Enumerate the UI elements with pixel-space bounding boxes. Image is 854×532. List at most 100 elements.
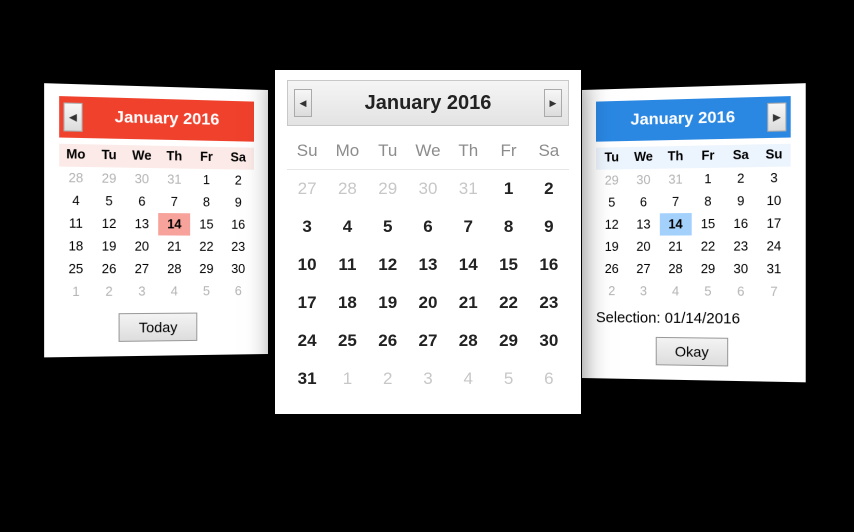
day-cell[interactable]: 1 (327, 360, 367, 398)
day-cell[interactable]: 31 (757, 258, 790, 281)
day-cell[interactable]: 7 (158, 191, 190, 214)
day-cell[interactable]: 4 (659, 280, 691, 302)
day-cell[interactable]: 27 (287, 170, 327, 208)
day-cell[interactable]: 5 (488, 360, 528, 398)
day-cell[interactable]: 8 (488, 208, 528, 246)
day-cell[interactable]: 3 (628, 280, 660, 302)
day-cell[interactable]: 16 (724, 212, 757, 235)
day-cell[interactable]: 1 (190, 169, 222, 192)
day-cell[interactable]: 2 (222, 169, 254, 192)
day-cell[interactable]: 18 (59, 235, 92, 258)
day-cell[interactable]: 13 (126, 213, 159, 236)
prev-month-button[interactable]: ◀ (63, 102, 82, 131)
day-cell[interactable]: 10 (757, 189, 790, 212)
day-cell[interactable]: 4 (59, 189, 92, 212)
day-cell[interactable]: 2 (93, 280, 126, 303)
day-cell[interactable]: 29 (692, 258, 725, 281)
day-cell[interactable]: 11 (327, 246, 367, 284)
day-cell[interactable]: 21 (158, 235, 190, 257)
day-cell[interactable]: 26 (596, 258, 628, 280)
day-cell[interactable]: 30 (126, 168, 159, 191)
day-cell[interactable]: 26 (368, 322, 408, 360)
day-cell[interactable]: 17 (757, 212, 790, 235)
day-cell[interactable]: 5 (190, 280, 222, 302)
day-cell[interactable]: 29 (596, 169, 628, 192)
day-cell[interactable]: 28 (59, 167, 92, 190)
day-cell[interactable]: 14 (448, 246, 488, 284)
day-cell[interactable]: 3 (408, 360, 448, 398)
day-cell[interactable]: 6 (408, 208, 448, 246)
day-cell[interactable]: 20 (126, 235, 159, 258)
next-month-button[interactable]: ▶ (544, 89, 562, 117)
day-cell[interactable]: 22 (190, 236, 222, 258)
day-cell[interactable]: 8 (190, 191, 222, 214)
day-cell[interactable]: 31 (659, 168, 691, 191)
next-month-button[interactable]: ▶ (767, 102, 786, 131)
day-cell[interactable]: 12 (596, 214, 628, 236)
day-cell[interactable]: 21 (659, 235, 691, 257)
day-cell[interactable]: 24 (757, 235, 790, 258)
day-cell[interactable]: 2 (368, 360, 408, 398)
day-cell[interactable]: 7 (757, 280, 790, 303)
day-cell[interactable]: 1 (488, 170, 528, 208)
day-cell[interactable]: 7 (448, 208, 488, 246)
day-cell[interactable]: 15 (190, 213, 222, 235)
day-cell[interactable]: 21 (448, 284, 488, 322)
day-cell[interactable]: 26 (93, 258, 126, 281)
day-cell[interactable]: 6 (126, 190, 159, 213)
day-cell[interactable]: 6 (222, 280, 254, 302)
today-button[interactable]: Today (119, 313, 197, 342)
day-cell[interactable]: 14 (158, 213, 190, 236)
day-cell[interactable]: 22 (692, 235, 725, 258)
day-cell[interactable]: 13 (628, 213, 660, 235)
day-cell[interactable]: 3 (287, 208, 327, 246)
day-cell[interactable]: 4 (158, 280, 190, 302)
day-cell[interactable]: 30 (222, 258, 254, 280)
day-cell[interactable]: 31 (287, 360, 327, 398)
prev-month-button[interactable]: ◀ (294, 89, 312, 117)
day-cell[interactable]: 25 (327, 322, 367, 360)
day-cell[interactable]: 24 (287, 322, 327, 360)
day-cell[interactable]: 28 (448, 322, 488, 360)
day-cell[interactable]: 15 (488, 246, 528, 284)
day-cell[interactable]: 2 (529, 170, 569, 208)
day-cell[interactable]: 5 (93, 190, 126, 213)
day-cell[interactable]: 30 (628, 169, 660, 192)
day-cell[interactable]: 27 (408, 322, 448, 360)
day-cell[interactable]: 10 (287, 246, 327, 284)
day-cell[interactable]: 9 (529, 208, 569, 246)
day-cell[interactable]: 29 (93, 167, 126, 190)
day-cell[interactable]: 19 (368, 284, 408, 322)
day-cell[interactable]: 23 (724, 235, 757, 258)
day-cell[interactable]: 4 (448, 360, 488, 398)
day-cell[interactable]: 28 (327, 170, 367, 208)
day-cell[interactable]: 29 (488, 322, 528, 360)
day-cell[interactable]: 28 (158, 258, 190, 280)
day-cell[interactable]: 12 (368, 246, 408, 284)
day-cell[interactable]: 27 (628, 258, 660, 280)
day-cell[interactable]: 15 (692, 213, 725, 236)
day-cell[interactable]: 31 (448, 170, 488, 208)
day-cell[interactable]: 17 (287, 284, 327, 322)
day-cell[interactable]: 3 (757, 167, 790, 190)
day-cell[interactable]: 5 (692, 280, 725, 303)
day-cell[interactable]: 11 (59, 212, 92, 235)
day-cell[interactable]: 1 (59, 280, 92, 303)
day-cell[interactable]: 20 (628, 236, 660, 258)
day-cell[interactable]: 22 (488, 284, 528, 322)
day-cell[interactable]: 16 (529, 246, 569, 284)
day-cell[interactable]: 16 (222, 214, 254, 236)
day-cell[interactable]: 19 (596, 236, 628, 258)
day-cell[interactable]: 30 (408, 170, 448, 208)
day-cell[interactable]: 2 (724, 167, 757, 190)
day-cell[interactable]: 28 (659, 258, 691, 280)
day-cell[interactable]: 1 (692, 168, 725, 191)
day-cell[interactable]: 12 (93, 212, 126, 235)
day-cell[interactable]: 3 (126, 280, 159, 303)
day-cell[interactable]: 23 (222, 236, 254, 258)
day-cell[interactable]: 30 (529, 322, 569, 360)
day-cell[interactable]: 25 (59, 258, 92, 281)
day-cell[interactable]: 5 (596, 191, 628, 213)
day-cell[interactable]: 29 (190, 258, 222, 280)
day-cell[interactable]: 30 (724, 258, 757, 281)
